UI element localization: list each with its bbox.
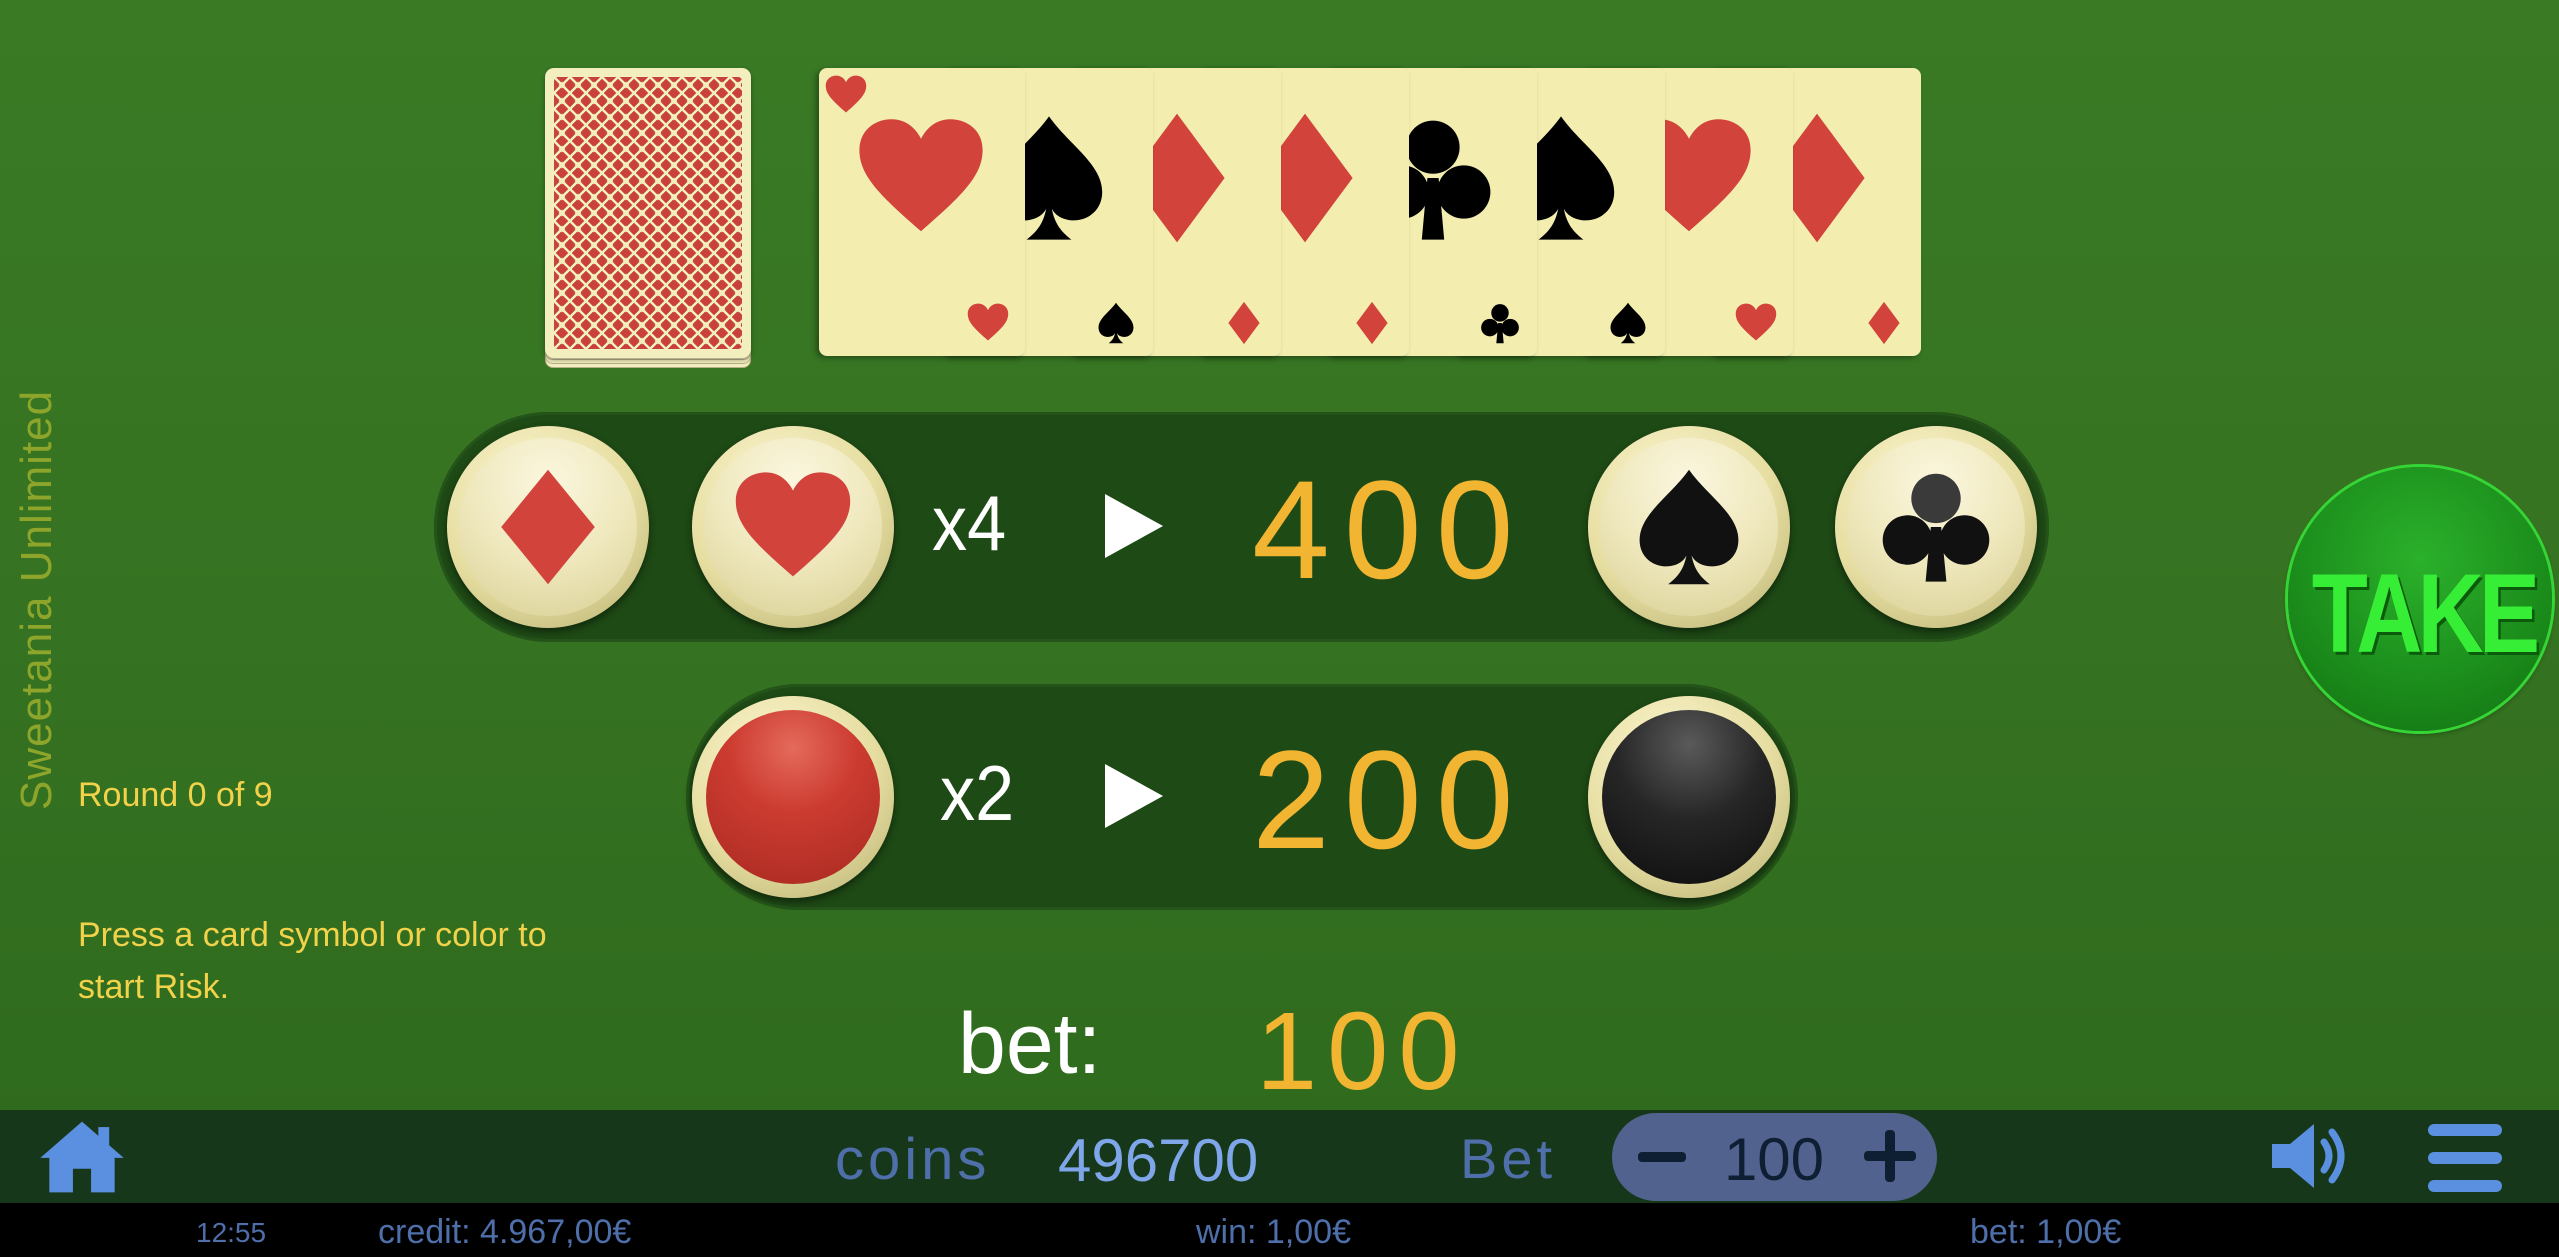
hearts-icon: [967, 303, 1009, 341]
club-icon: [1882, 473, 1990, 582]
diamonds-icon: [1868, 301, 1900, 345]
bet-stepper: 100: [1612, 1113, 1937, 1201]
home-icon[interactable]: [36, 1118, 128, 1196]
credit-display: credit: 4.967,00€: [378, 1213, 632, 1251]
hearts-icon: [1735, 303, 1777, 341]
suit-win-amount: 400: [1252, 451, 1528, 608]
minus-icon[interactable]: [1634, 1131, 1690, 1183]
spades-icon: [1098, 302, 1134, 344]
clubs-icon: [1481, 304, 1519, 344]
spade-icon: [1639, 469, 1739, 585]
bet-stepper-value: 100: [1723, 1126, 1825, 1193]
coins-label: coins: [835, 1127, 991, 1192]
hearts-icon: [859, 119, 983, 232]
red-ball-icon: [706, 710, 880, 884]
diamonds-icon: [1228, 301, 1260, 345]
bet-label: bet:: [958, 996, 1102, 1092]
arrow-right-icon: [1105, 494, 1163, 558]
status-bar: 12:55 credit: 4.967,00€ win: 1,00€ bet: …: [0, 1203, 2559, 1257]
spades-button[interactable]: [1588, 426, 1790, 628]
arrow-right-icon: [1105, 764, 1163, 828]
suit-multiplier: x4: [932, 479, 1007, 567]
diamond-icon: [501, 469, 595, 585]
spades-icon: [1610, 302, 1646, 344]
instruction-line-2: start Risk.: [78, 968, 230, 1006]
card-back: [545, 68, 751, 358]
bet-value: 100: [1256, 990, 1470, 1113]
suit-bet-row: [434, 412, 2049, 642]
hearts-button[interactable]: [692, 426, 894, 628]
black-color-button[interactable]: [1588, 696, 1790, 898]
heart-icon: [735, 472, 851, 577]
take-button[interactable]: TAKE: [2288, 467, 2552, 731]
black-ball-icon: [1602, 710, 1776, 884]
hearts-icon: [825, 75, 867, 113]
win-display: win: 1,00€: [1196, 1213, 1351, 1251]
bottom-toolbar: coins 496700 Bet 100: [0, 1110, 2559, 1203]
coins-value: 496700: [1058, 1127, 1259, 1194]
plus-icon[interactable]: [1860, 1125, 1920, 1187]
round-info: Round 0 of 9: [78, 776, 273, 814]
clock: 12:55: [196, 1217, 267, 1248]
take-label: TAKE: [2311, 551, 2540, 676]
hamburger-menu-icon[interactable]: [2426, 1118, 2504, 1198]
clubs-button[interactable]: [1835, 426, 2037, 628]
toolbar-bet-label: Bet: [1460, 1127, 1557, 1190]
color-multiplier: x2: [940, 749, 1015, 837]
brand-vertical-label: Sweetania Unlimited: [12, 389, 61, 810]
instruction-line-1: Press a card symbol or color to: [78, 916, 547, 954]
color-win-amount: 200: [1252, 721, 1528, 878]
card-deck: [545, 68, 751, 386]
status-bet-display: bet: 1,00€: [1970, 1213, 2122, 1251]
diamonds-button[interactable]: [447, 426, 649, 628]
red-color-button[interactable]: [692, 696, 894, 898]
history-card-hearts: [819, 68, 1025, 356]
diamonds-icon: [1356, 301, 1388, 345]
speaker-icon[interactable]: [2268, 1116, 2356, 1196]
